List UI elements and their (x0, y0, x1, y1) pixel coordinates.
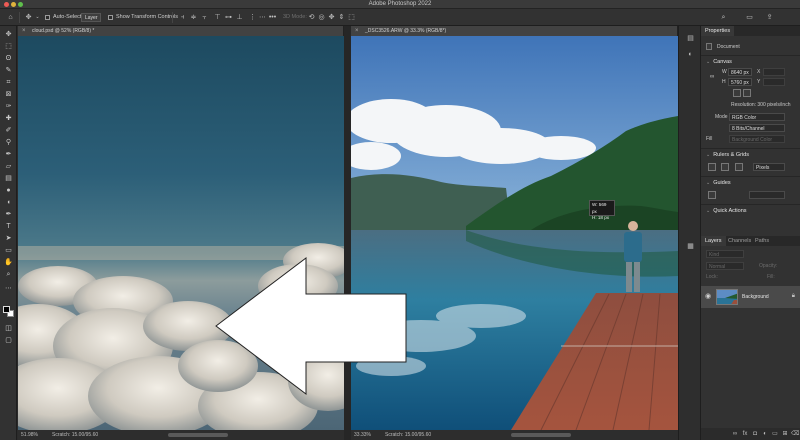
fill-label: Fill (706, 136, 713, 142)
document-icon (706, 43, 712, 50)
quick-actions-heading[interactable]: Quick Actions (706, 208, 746, 214)
height-field[interactable]: 5760 px (728, 78, 752, 86)
portrait-orientation-icon[interactable] (733, 89, 741, 97)
zoom-level[interactable]: 33.33% (354, 430, 371, 440)
right-panels: Properties Document Canvas W 8640 px X ∞… (700, 26, 800, 440)
divider (701, 148, 800, 149)
status-bar-dsc: 33.33% Scratch: 15.00/95.60 (351, 430, 678, 440)
panel-icon-dock: ▤ ◐ ▦ (678, 26, 700, 440)
layer-filter-dropdown[interactable]: Kind (706, 250, 744, 258)
guides-visibility-icon[interactable] (708, 191, 716, 199)
layer-thumbnail (716, 289, 738, 305)
layer-name[interactable]: Background (742, 294, 769, 300)
new-layer-icon[interactable]: ⊞ (781, 430, 789, 438)
link-icon[interactable]: ∞ (710, 74, 714, 80)
link-layers-icon[interactable]: ∞ (731, 430, 739, 438)
scratch-size: Scratch: 15.00/95.60 (52, 432, 99, 438)
document-label: Document (717, 44, 740, 50)
lock-icon[interactable]: 🔒︎ (792, 293, 795, 300)
horizontal-scrollbar[interactable] (511, 433, 571, 437)
canvas-section-heading[interactable]: Canvas (706, 59, 732, 65)
layers-panel-header: Layers Channels Paths (701, 236, 800, 246)
divider (701, 55, 800, 56)
scratch-size: Scratch: 15.00/95.60 (385, 432, 432, 438)
divider (701, 204, 800, 205)
libraries-panel-icon[interactable]: ▦ (686, 242, 695, 251)
y-field[interactable] (763, 78, 785, 86)
adjustments-panel-icon[interactable]: ◐ (686, 50, 695, 59)
new-group-icon[interactable]: ▭ (771, 430, 779, 438)
units-dropdown[interactable]: Pixels (753, 163, 785, 171)
properties-panel-icon[interactable]: ▤ (686, 34, 695, 43)
tab-paths[interactable]: Paths (751, 236, 773, 246)
layers-footer: ∞ fx ◘ ◐ ▭ ⊞ ⌫ (701, 428, 800, 440)
width-field[interactable]: 8640 px (728, 68, 752, 76)
status-bar-cloud: 51.98% Scratch: 15.00/95.60 (18, 430, 344, 440)
tab-layers[interactable]: Layers (701, 236, 726, 246)
snap-icon[interactable] (735, 163, 743, 171)
trash-icon[interactable]: ⌫ (791, 430, 799, 438)
divider (701, 176, 800, 177)
lock-label: Lock: (706, 274, 718, 280)
horizontal-scrollbar[interactable] (168, 433, 228, 437)
rulers-grids-heading[interactable]: Rulers & Grids (706, 152, 749, 158)
ruler-icon[interactable] (708, 163, 716, 171)
x-label: X (757, 69, 761, 75)
mode-dropdown[interactable]: RGB Color (729, 113, 785, 121)
tab-properties[interactable]: Properties (701, 26, 735, 36)
grid-icon[interactable] (721, 163, 729, 171)
adjustment-layer-icon[interactable]: ◐ (761, 430, 769, 438)
fill-dropdown[interactable]: Background Color (729, 135, 785, 143)
bit-depth-dropdown[interactable]: 8 Bits/Channel (729, 124, 785, 132)
blend-mode-dropdown[interactable]: Normal (706, 262, 744, 270)
resolution-text: Resolution: 300 pixels/inch (731, 102, 791, 108)
layer-row-background[interactable]: ◉ Background 🔒︎ (701, 286, 800, 308)
properties-panel-header: Properties (701, 26, 800, 36)
layer-fill-label: Fill: (767, 274, 775, 280)
x-field[interactable] (763, 68, 785, 76)
opacity-label: Opacity: (759, 263, 778, 269)
guide-color-dropdown[interactable] (749, 191, 785, 199)
y-label: Y (757, 79, 761, 85)
width-label: W (722, 69, 727, 75)
zoom-level[interactable]: 51.98% (21, 430, 38, 440)
height-label: H (722, 79, 726, 85)
eye-icon[interactable]: ◉ (705, 292, 711, 300)
layer-style-icon[interactable]: fx (741, 430, 749, 438)
layer-mask-icon[interactable]: ◘ (751, 430, 759, 438)
guides-heading[interactable]: Guides (706, 180, 730, 186)
landscape-orientation-icon[interactable] (743, 89, 751, 97)
mode-label: Mode (715, 114, 728, 120)
